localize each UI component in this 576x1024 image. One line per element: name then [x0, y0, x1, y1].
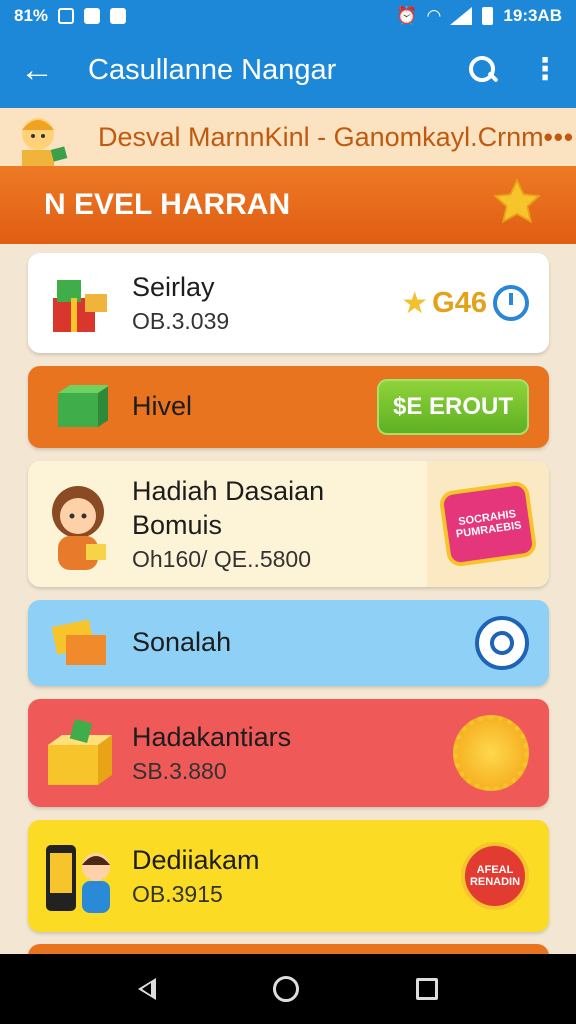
notification-icon	[58, 8, 75, 24]
gift-box-icon	[28, 253, 132, 353]
award-badge-icon[interactable]: AFEAL RENADIN	[461, 842, 529, 910]
more-vert-icon[interactable]: ⋮	[530, 55, 560, 85]
list-item-meta: SOCRAHIS PUMRAEBIS	[427, 461, 549, 587]
battery-icon	[482, 7, 494, 25]
rating-value: G46	[432, 286, 487, 319]
list-item[interactable]: Seirlay OB.3.039 ★ G46	[28, 253, 549, 353]
app-title: Casullanne Nangar	[88, 53, 337, 86]
list-item-title: Sonalah	[132, 627, 232, 658]
list-item-subtitle: OB.3.039	[132, 308, 230, 335]
status-bar: 81% ⏰ ◠ 19:3AB	[0, 0, 576, 32]
list-item-subtitle: OB.3915	[132, 881, 223, 908]
list-item-meta	[475, 616, 549, 670]
status-right: ⏰ ◠ 19:3AB	[396, 6, 562, 26]
list-item[interactable]: Hadakantiars SB.3.880	[28, 699, 549, 807]
nav-recent-icon[interactable]	[415, 978, 438, 1000]
list-item[interactable]: Sonalah	[28, 600, 549, 686]
list-item-body: Sonalah	[132, 626, 475, 660]
star-icon[interactable]	[490, 176, 544, 235]
phone-character-icon	[28, 820, 132, 932]
star-icon: ★	[401, 286, 429, 320]
green-box-icon	[28, 366, 132, 448]
section-title: N EVEL HARRAN	[44, 188, 291, 221]
gift-card-icon	[28, 600, 132, 686]
list-item-title: Dediiakam	[132, 844, 260, 875]
list-item[interactable]: Hadiah Dasaian Bomuis Oh160/ QE..5800 SO…	[28, 461, 549, 587]
app-bar-actions: ⋮	[466, 53, 560, 87]
wifi-icon: ◠	[427, 6, 441, 25]
list-item-title: Hadakantiars	[132, 721, 292, 752]
list-item-meta: $E EROUT	[376, 379, 549, 435]
app-bar: ← Casullanne Nangar ⋮	[0, 32, 576, 108]
rating: ★ G46	[401, 286, 487, 321]
promo-more-icon[interactable]: •••	[544, 122, 574, 153]
nav-home-icon[interactable]	[272, 976, 299, 1002]
list-item-body: Hadakantiars SB.3.880	[132, 721, 453, 786]
status-time: 19:3AB	[503, 6, 562, 25]
status-left: 81%	[14, 6, 127, 26]
list-item-subtitle: Oh160/ QE..5800	[132, 546, 312, 573]
list-item-body: Dediiakam OB.3915	[132, 844, 461, 909]
section-heading: N EVEL HARRAN	[0, 166, 576, 244]
list-item-subtitle: SB.3.880	[132, 758, 227, 785]
gift-box-icon	[28, 699, 132, 807]
nav-back-icon[interactable]	[138, 978, 157, 1000]
alarm-icon: ⏰	[396, 6, 418, 25]
notification-app-icon	[84, 8, 101, 24]
signal-icon	[450, 7, 473, 25]
action-button[interactable]: $E EROUT	[376, 379, 529, 435]
list-item-meta: ★ G46	[401, 285, 549, 321]
promo-banner[interactable]: Desval MarnnKinl - Ganomkayl.Crnm •••	[0, 108, 576, 166]
promo-text: Desval MarnnKinl - Ganomkayl.Crnm	[98, 121, 544, 152]
list-item-body: Hadiah Dasaian Bomuis Oh160/ QE..5800	[132, 475, 427, 574]
promo-badge-icon[interactable]: SOCRAHIS PUMRAEBIS	[438, 480, 538, 568]
status-battery-text: 81%	[14, 6, 49, 25]
list-item-body: Seirlay OB.3.039	[132, 271, 401, 336]
gold-medal-icon[interactable]	[453, 715, 529, 791]
timer-icon[interactable]	[493, 285, 529, 321]
girl-character-icon	[28, 461, 132, 587]
list-item-title: Hadiah Dasaian Bomuis	[132, 475, 325, 540]
list-item-meta	[453, 715, 549, 791]
list-item-body: Hivel	[132, 390, 377, 424]
list-item[interactable]: Dediiakam OB.3915 AFEAL RENADIN	[28, 820, 549, 932]
list-item-meta: AFEAL RENADIN	[461, 842, 549, 910]
mascot-icon	[8, 108, 78, 166]
back-arrow-icon[interactable]: ←	[20, 51, 70, 90]
navigation-bar	[0, 954, 576, 1024]
search-icon[interactable]	[466, 53, 500, 87]
list-item-title: Hivel	[132, 391, 193, 422]
list-item[interactable]: Hivel $E EROUT	[28, 366, 549, 448]
list-item-title: Seirlay	[132, 271, 215, 302]
account-icon[interactable]	[475, 616, 529, 670]
shield-icon	[110, 8, 127, 24]
